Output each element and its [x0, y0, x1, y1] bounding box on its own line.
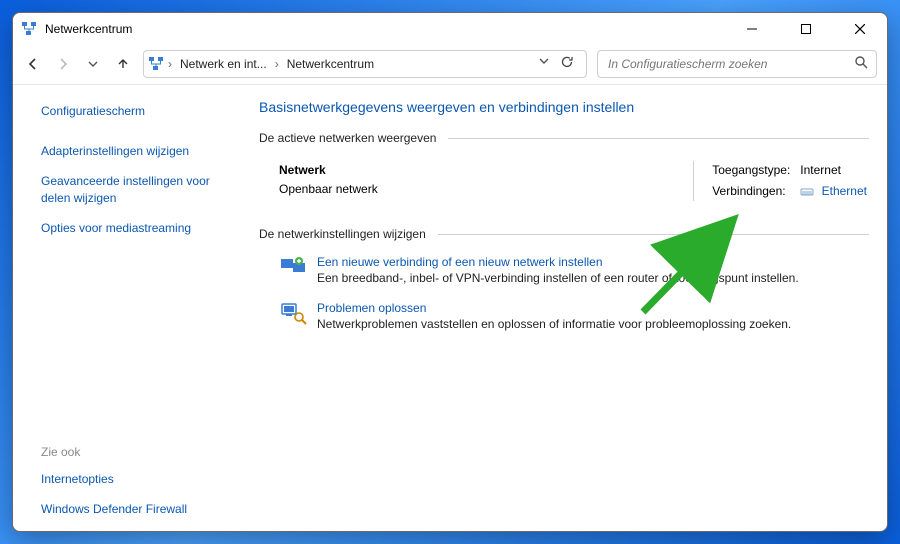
- network-name: Netwerk: [279, 163, 326, 177]
- network-center-icon: [148, 56, 164, 72]
- search-box[interactable]: [597, 50, 877, 78]
- sidebar-link-media-streaming[interactable]: Opties voor mediastreaming: [41, 216, 223, 240]
- up-button[interactable]: [113, 54, 133, 74]
- task-troubleshoot: Problemen oplossen Netwerkproblemen vast…: [259, 297, 869, 343]
- see-also-heading: Zie ook: [41, 445, 223, 461]
- troubleshoot-icon: [279, 301, 307, 325]
- sidebar: Configuratiescherm Adapterinstellingen w…: [13, 85, 233, 531]
- setup-connection-desc: Een breedband-, inbel- of VPN-verbinding…: [317, 271, 799, 285]
- network-info-left: Netwerk Openbaar netwerk: [279, 161, 378, 201]
- back-button[interactable]: [23, 54, 43, 74]
- sidebar-link-windows-defender-firewall[interactable]: Windows Defender Firewall: [41, 497, 223, 521]
- content: Configuratiescherm Adapterinstellingen w…: [13, 85, 887, 531]
- active-network-block: Netwerk Openbaar netwerk Toegangstype: I…: [259, 155, 869, 223]
- page-title: Basisnetwerkgegevens weergeven en verbin…: [259, 99, 869, 115]
- toolbar: › Netwerk en int... › Netwerkcentrum: [13, 45, 887, 85]
- ethernet-icon: [800, 184, 817, 198]
- network-profile: Openbaar netwerk: [279, 180, 378, 199]
- chevron-down-icon[interactable]: [538, 55, 550, 72]
- titlebar: Netwerkcentrum: [13, 13, 887, 45]
- divider: [448, 138, 869, 139]
- vertical-divider: [693, 161, 694, 201]
- sidebar-link-advanced-sharing[interactable]: Geavanceerde instellingen voor delen wij…: [41, 169, 223, 209]
- ethernet-connection-link[interactable]: Ethernet: [822, 184, 867, 198]
- control-panel-home-link[interactable]: Configuratiescherm: [41, 99, 223, 123]
- search-icon[interactable]: [854, 55, 868, 72]
- address-bar[interactable]: › Netwerk en int... › Netwerkcentrum: [143, 50, 587, 78]
- network-center-icon: [21, 21, 37, 37]
- recent-locations-button[interactable]: [83, 54, 103, 74]
- sidebar-link-adapter-settings[interactable]: Adapterinstellingen wijzigen: [41, 139, 223, 163]
- close-button[interactable]: [837, 14, 883, 44]
- connections-label: Verbindingen:: [712, 182, 790, 201]
- section-label: De netwerkinstellingen wijzigen: [259, 227, 426, 241]
- access-type-label: Toegangstype:: [712, 161, 790, 180]
- main-pane: Basisnetwerkgegevens weergeven en verbin…: [233, 85, 887, 531]
- search-input[interactable]: [606, 56, 854, 72]
- breadcrumb-item[interactable]: Netwerkcentrum: [283, 57, 378, 71]
- window: Netwerkcentrum: [12, 12, 888, 532]
- divider: [438, 234, 869, 235]
- section-active-networks: De actieve netwerken weergeven: [259, 131, 869, 145]
- chevron-right-icon: ›: [168, 57, 172, 71]
- sidebar-link-internet-options[interactable]: Internetopties: [41, 467, 223, 491]
- section-change-settings: De netwerkinstellingen wijzigen: [259, 227, 869, 241]
- network-info-right: Toegangstype: Internet Verbindingen:: [712, 161, 867, 201]
- forward-button[interactable]: [53, 54, 73, 74]
- maximize-button[interactable]: [783, 14, 829, 44]
- troubleshoot-desc: Netwerkproblemen vaststellen en oplossen…: [317, 317, 791, 331]
- chevron-right-icon: ›: [275, 57, 279, 71]
- setup-connection-link[interactable]: Een nieuwe verbinding of een nieuw netwe…: [317, 255, 603, 269]
- task-setup-connection: Een nieuwe verbinding of een nieuw netwe…: [259, 251, 869, 297]
- troubleshoot-link[interactable]: Problemen oplossen: [317, 301, 426, 315]
- setup-connection-icon: [279, 255, 307, 279]
- minimize-button[interactable]: [729, 14, 775, 44]
- breadcrumb-item[interactable]: Netwerk en int...: [176, 57, 271, 71]
- window-title: Netwerkcentrum: [45, 22, 132, 36]
- section-label: De actieve netwerken weergeven: [259, 131, 436, 145]
- refresh-icon[interactable]: [560, 55, 574, 72]
- access-type-value: Internet: [800, 161, 867, 180]
